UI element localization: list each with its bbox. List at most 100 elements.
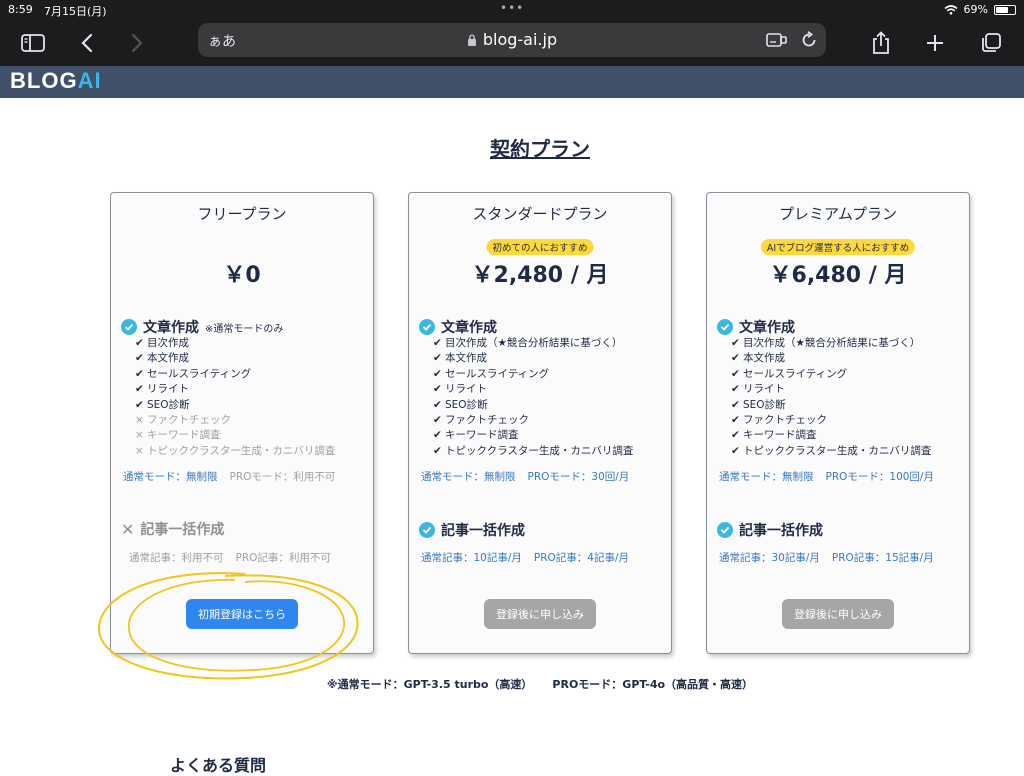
status-bar: 8:59 7月15日(月) ••• 69% [0,0,1024,20]
check-icon: ✔ [433,398,442,411]
tabs-icon[interactable] [976,28,1006,58]
list-item: ✔ トピッククラスター生成・カニバリ調査 [433,444,633,459]
mode-pro-limit: PROモード：30回/月 [527,471,630,483]
list-item: ✔ SEO診断 [731,398,931,413]
mode-pro-limit: PROモード：100回/月 [825,471,934,483]
bulk-limits: 通常記事：10記事/月 PRO記事：4記事/月 [421,550,629,565]
check-icon: ✔ [135,383,144,396]
list-item: ✔ セールスライティング [135,367,335,382]
bulk-limits: 通常記事：30記事/月 PRO記事：15記事/月 [719,550,934,565]
check-circle-icon [121,319,137,335]
feature-label: トピッククラスター生成・カニバリ調査 [743,444,932,457]
status-date: 7月15日(月) [44,5,107,18]
mode-normal-limit: 通常モード：無制限 [123,471,218,483]
footnote-normal: ※通常モード：GPT-3.5 turbo（高速） [326,678,533,691]
feature-label: SEO診断 [147,398,190,411]
reload-icon[interactable] [800,31,818,49]
check-icon: ✔ [433,367,442,380]
check-icon: ✔ [135,337,144,349]
check-circle-icon [717,522,733,538]
list-item: ✔ セールスライティング [731,367,931,382]
check-icon: ✔ [135,398,144,411]
register-button[interactable]: 初期登録はこちら [186,599,298,629]
list-item: × トピッククラスター生成・カニバリ調査 [135,444,335,459]
plan-name: プレミアムプラン [778,205,898,223]
check-circle-icon [717,319,733,335]
section-title: 文章作成 [739,320,795,336]
bulk-normal-limit: 通常記事：利用不可 [129,552,224,564]
check-icon: ✔ [433,413,442,426]
check-circle-icon [419,319,435,335]
plan-name: スタンダードプラン [472,205,608,223]
feature-label: ファクトチェック [743,413,827,426]
bulk-section-header: 記事一括作成 [419,520,525,540]
list-item: ✔ 本文作成 [731,351,931,366]
list-item: ✔ ファクトチェック [433,413,633,428]
logo-text-ai: AI [77,68,102,93]
feature-label: キーワード調査 [147,429,221,442]
list-item: ✔ 目次作成 [135,336,335,351]
feature-list: ✔ 目次作成（★競合分析結果に基づく） ✔ 本文作成 ✔ セールスライティング ✔ リラ… [433,336,633,459]
list-item: ✔ リライト [731,382,931,397]
writing-section-header: 文章作成 ※通常モードのみ [121,317,283,337]
feature-label: リライト [445,383,487,396]
forward-icon[interactable] [122,28,152,58]
mode-limits: 通常モード：無制限 PROモード：100回/月 [719,469,934,484]
list-item: ✔ SEO診断 [433,398,633,413]
feature-label: トピッククラスター生成・カニバリ調査 [445,444,634,457]
feature-label: トピッククラスター生成・カニバリ調査 [147,444,336,457]
list-item: ✔ リライト [433,382,633,397]
plan-name: フリープラン [197,205,287,223]
bulk-section-header: 記事一括作成 [717,520,823,540]
mode-limits: 通常モード：無制限 PROモード：利用不可 [123,469,335,484]
cross-icon: × [135,444,144,457]
apply-button[interactable]: 登録後に申し込み [484,599,596,629]
check-icon: ✔ [731,398,740,411]
status-time: 8:59 [8,3,33,16]
feature-label: リライト [743,383,785,396]
footnote-pro: PROモード：GPT-4o（高品質・高速） [552,678,754,691]
multitasking-dots-icon[interactable]: ••• [500,1,524,15]
new-tab-icon[interactable] [920,28,950,58]
feature-label: セールスライティング [445,367,550,380]
plan-price: ￥0 [223,263,261,288]
section-title: 記事一括作成 [140,522,225,538]
url-text: blog-ai.jp [482,30,558,49]
address-bar[interactable]: ぁあ blog-ai.jp [198,23,826,57]
bulk-normal-limit: 通常記事：30記事/月 [719,552,820,564]
feature-label: キーワード調査 [445,429,519,442]
reader-icon[interactable] [766,32,788,48]
bulk-pro-limit: PRO記事：利用不可 [235,552,331,564]
check-icon: ✔ [731,383,740,396]
feature-list: ✔ 目次作成 ✔ 本文作成 ✔ セールスライティング ✔ リライト ✔ SEO診断 × ファ… [135,336,335,459]
apply-button[interactable]: 登録後に申し込み [782,599,894,629]
writing-section-header: 文章作成 [419,317,497,337]
feature-label: ファクトチェック [147,413,231,426]
list-item: × ファクトチェック [135,413,335,428]
url-display[interactable]: blog-ai.jp [198,30,826,49]
share-icon[interactable] [866,28,896,58]
plan-price: ￥2,480 / 月 [471,263,609,288]
feature-label: SEO診断 [445,398,488,411]
check-icon: ✔ [433,352,442,365]
bulk-limits: 通常記事：利用不可 PRO記事：利用不可 [129,550,331,565]
check-icon: ✔ [731,444,740,457]
faq-heading: よくある質問 [170,756,267,775]
status-right: 69% [944,3,1016,16]
check-icon: ✔ [433,337,442,349]
logo-text-blog: BLOG [10,68,78,93]
check-circle-icon [419,522,435,538]
check-icon: ✔ [433,429,442,442]
check-icon: ✔ [135,367,144,380]
list-item: ✔ ファクトチェック [731,413,931,428]
back-icon[interactable] [72,28,102,58]
site-logo[interactable]: BLOGAI [10,68,102,94]
model-footnote: ※通常モード：GPT-3.5 turbo（高速） PROモード：GPT-4o（高品… [0,676,1024,692]
sidebar-icon[interactable] [18,28,48,58]
list-item: ✔ リライト [135,382,335,397]
browser-toolbar: ぁあ blog-ai.jp [0,20,1024,66]
list-item: ✔ キーワード調査 [731,428,931,443]
wifi-icon [944,4,958,15]
mode-pro-limit: PROモード：利用不可 [229,471,336,483]
section-title: 記事一括作成 [441,523,525,539]
